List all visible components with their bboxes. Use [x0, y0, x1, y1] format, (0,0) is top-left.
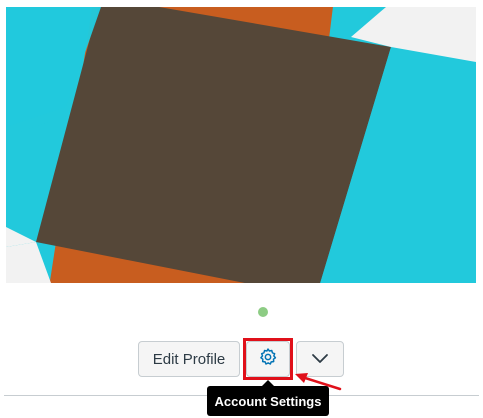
- gear-icon: [258, 347, 278, 371]
- account-settings-button[interactable]: [246, 341, 290, 377]
- profile-banner-image: [6, 7, 476, 283]
- online-status-dot: [258, 307, 268, 317]
- edit-profile-label: Edit Profile: [152, 350, 226, 368]
- tooltip-text: Account Settings: [214, 393, 322, 409]
- edit-profile-button[interactable]: Edit Profile: [138, 341, 240, 377]
- banner-artwork: [6, 7, 476, 283]
- chevron-down-icon: [311, 351, 329, 368]
- account-settings-tooltip: Account Settings: [207, 386, 329, 416]
